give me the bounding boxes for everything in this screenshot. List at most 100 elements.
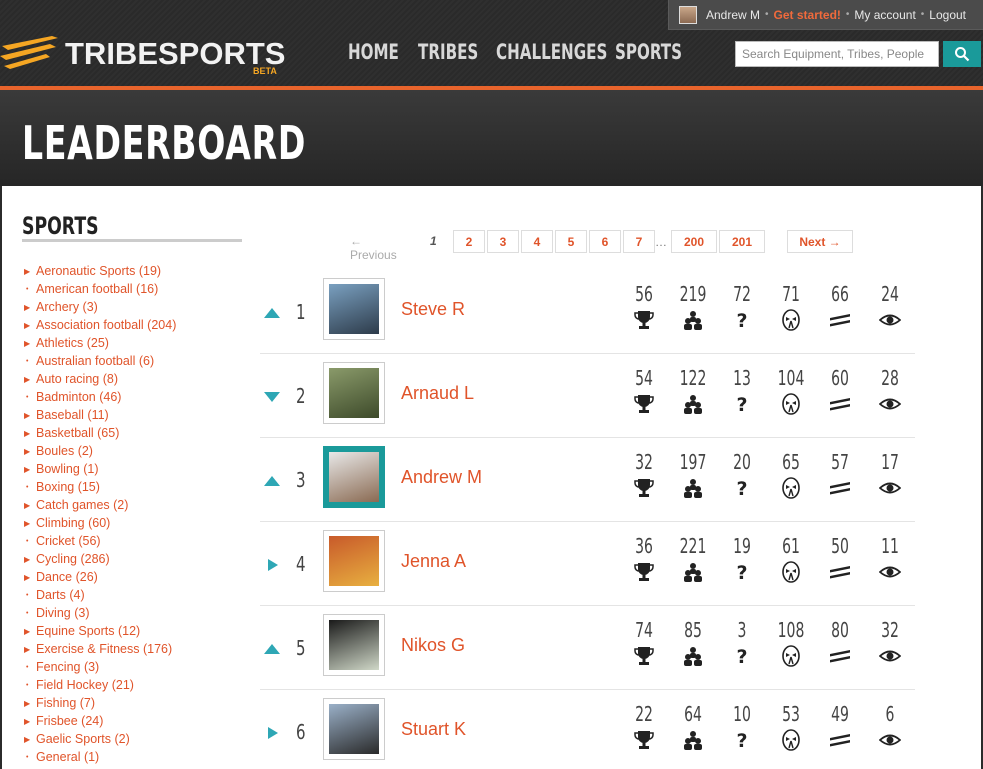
sport-item[interactable]: ▶ Aeronautic Sports (19) <box>24 262 176 280</box>
sport-item[interactable]: • General (1) <box>24 748 176 766</box>
page-link[interactable]: 4 <box>521 230 553 253</box>
search-button[interactable] <box>943 41 981 67</box>
rank-trend-same-icon <box>264 558 280 571</box>
sport-item[interactable]: • Australian football (6) <box>24 352 176 370</box>
sport-item[interactable]: ▶ Exercise & Fitness (176) <box>24 640 176 658</box>
nav-home[interactable]: HOME <box>348 40 399 64</box>
member-name-link[interactable]: Steve R <box>401 299 465 320</box>
logo-wing-icon[interactable] <box>0 36 60 70</box>
sport-item[interactable]: ▶ Fishing (7) <box>24 694 176 712</box>
sport-item[interactable]: ▶ Basketball (65) <box>24 424 176 442</box>
page-link[interactable]: 3 <box>487 230 519 253</box>
get-started-link[interactable]: Get started! <box>774 8 841 22</box>
sport-item[interactable]: • American football (16) <box>24 280 176 298</box>
stripes-icon <box>829 729 851 751</box>
sport-item[interactable]: • Darts (4) <box>24 586 176 604</box>
username-link[interactable]: Andrew M <box>706 8 760 22</box>
bullet-dot-icon: • <box>26 681 29 689</box>
stat-value: 104 <box>777 366 805 390</box>
stat-value: 3 <box>737 618 747 642</box>
page-link[interactable]: 200 <box>671 230 717 253</box>
sport-item[interactable]: ▶ Baseball (11) <box>24 406 176 424</box>
search-input[interactable] <box>735 41 939 67</box>
nav-tribes[interactable]: TRIBES <box>418 40 478 64</box>
page-link[interactable]: 201 <box>719 230 765 253</box>
page-link[interactable]: 7 <box>623 230 655 253</box>
question-icon: ? <box>731 309 753 332</box>
sport-item[interactable]: ▶ Gaelic Sports (2) <box>24 730 176 748</box>
trophy-icon <box>633 729 655 751</box>
member-photo[interactable] <box>323 614 385 676</box>
member-name-link[interactable]: Stuart K <box>401 719 466 740</box>
expand-arrow-icon: ▶ <box>24 500 31 510</box>
stat-question: 10? <box>722 702 762 752</box>
sport-item[interactable]: ▶ Frisbee (24) <box>24 712 176 730</box>
user-avatar[interactable] <box>679 5 697 24</box>
sport-item[interactable]: ▶ Cycling (286) <box>24 550 176 568</box>
member-name-link[interactable]: Nikos G <box>401 635 465 656</box>
mask-icon <box>780 309 802 331</box>
question-icon: ? <box>731 729 753 752</box>
leaderboard-row: 4 Jenna A 36 221 19? 61 50 11 <box>260 522 915 606</box>
bullet-dot-icon: • <box>26 357 29 365</box>
user-bar: Andrew M • Get started! • My account • L… <box>668 0 983 30</box>
sport-item[interactable]: • Fencing (3) <box>24 658 176 676</box>
stat-question: 72? <box>722 282 762 332</box>
stat-eye: 24 <box>870 282 910 331</box>
eye-icon <box>878 645 902 667</box>
member-name-link[interactable]: Jenna A <box>401 551 466 572</box>
trophy-icon <box>633 477 655 499</box>
bullet-dot-icon: • <box>26 591 29 599</box>
previous-page-link[interactable]: ← Previous <box>350 234 397 262</box>
sport-item[interactable]: • Cricket (56) <box>24 532 176 550</box>
stat-value: 65 <box>782 450 800 474</box>
member-name-link[interactable]: Arnaud L <box>401 383 474 404</box>
current-page: 1 <box>430 234 437 248</box>
page-link[interactable]: 5 <box>555 230 587 253</box>
expand-arrow-icon: ▶ <box>24 338 31 348</box>
page-link[interactable]: 6 <box>589 230 621 253</box>
member-photo[interactable] <box>323 278 385 340</box>
sport-item-label: Darts (4) <box>36 588 85 602</box>
member-photo[interactable] <box>323 698 385 760</box>
question-icon: ? <box>731 477 753 500</box>
people-icon <box>682 393 704 415</box>
rank-number: 1 <box>296 300 306 324</box>
sport-item[interactable]: ▶ Equine Sports (12) <box>24 622 176 640</box>
member-photo[interactable] <box>323 362 385 424</box>
member-photo[interactable] <box>323 446 385 508</box>
sport-item[interactable]: • Field Hockey (21) <box>24 676 176 694</box>
stat-question: 13? <box>722 366 762 416</box>
sport-item[interactable]: ▶ Climbing (60) <box>24 514 176 532</box>
expand-arrow-icon: ▶ <box>24 374 31 384</box>
sport-item[interactable]: ▶ Dance (26) <box>24 568 176 586</box>
logout-link[interactable]: Logout <box>929 8 966 22</box>
sport-item[interactable]: ▶ Archery (3) <box>24 298 176 316</box>
next-page-link[interactable]: Next → <box>787 230 853 253</box>
nav-challenges[interactable]: CHALLENGES <box>496 40 607 64</box>
stat-people: 197 <box>673 450 713 499</box>
pagination-ellipsis: … <box>655 235 667 249</box>
nav-sports[interactable]: SPORTS <box>615 40 682 64</box>
sport-item[interactable]: • Diving (3) <box>24 604 176 622</box>
eye-icon <box>878 561 902 583</box>
stat-value: 74 <box>635 618 653 642</box>
sport-item[interactable]: • Badminton (46) <box>24 388 176 406</box>
sport-item[interactable]: ▶ Auto racing (8) <box>24 370 176 388</box>
page-link[interactable]: 2 <box>453 230 485 253</box>
sport-item[interactable]: • Boxing (15) <box>24 478 176 496</box>
sport-item-label: Boules (2) <box>36 444 93 458</box>
sport-item[interactable]: ▶ Catch games (2) <box>24 496 176 514</box>
sport-item[interactable]: ▶ Association football (204) <box>24 316 176 334</box>
stat-eye: 11 <box>870 534 910 583</box>
leaderboard-row: 1 Steve R 56 219 72? 71 66 24 <box>260 270 915 354</box>
my-account-link[interactable]: My account <box>854 8 915 22</box>
member-name-link[interactable]: Andrew M <box>401 467 482 488</box>
question-icon: ? <box>731 393 753 416</box>
sport-item-label: Basketball (65) <box>36 426 120 440</box>
sport-item[interactable]: ▶ Boules (2) <box>24 442 176 460</box>
member-photo[interactable] <box>323 530 385 592</box>
svg-text:?: ? <box>736 562 747 583</box>
sport-item[interactable]: ▶ Athletics (25) <box>24 334 176 352</box>
sport-item[interactable]: ▶ Bowling (1) <box>24 460 176 478</box>
